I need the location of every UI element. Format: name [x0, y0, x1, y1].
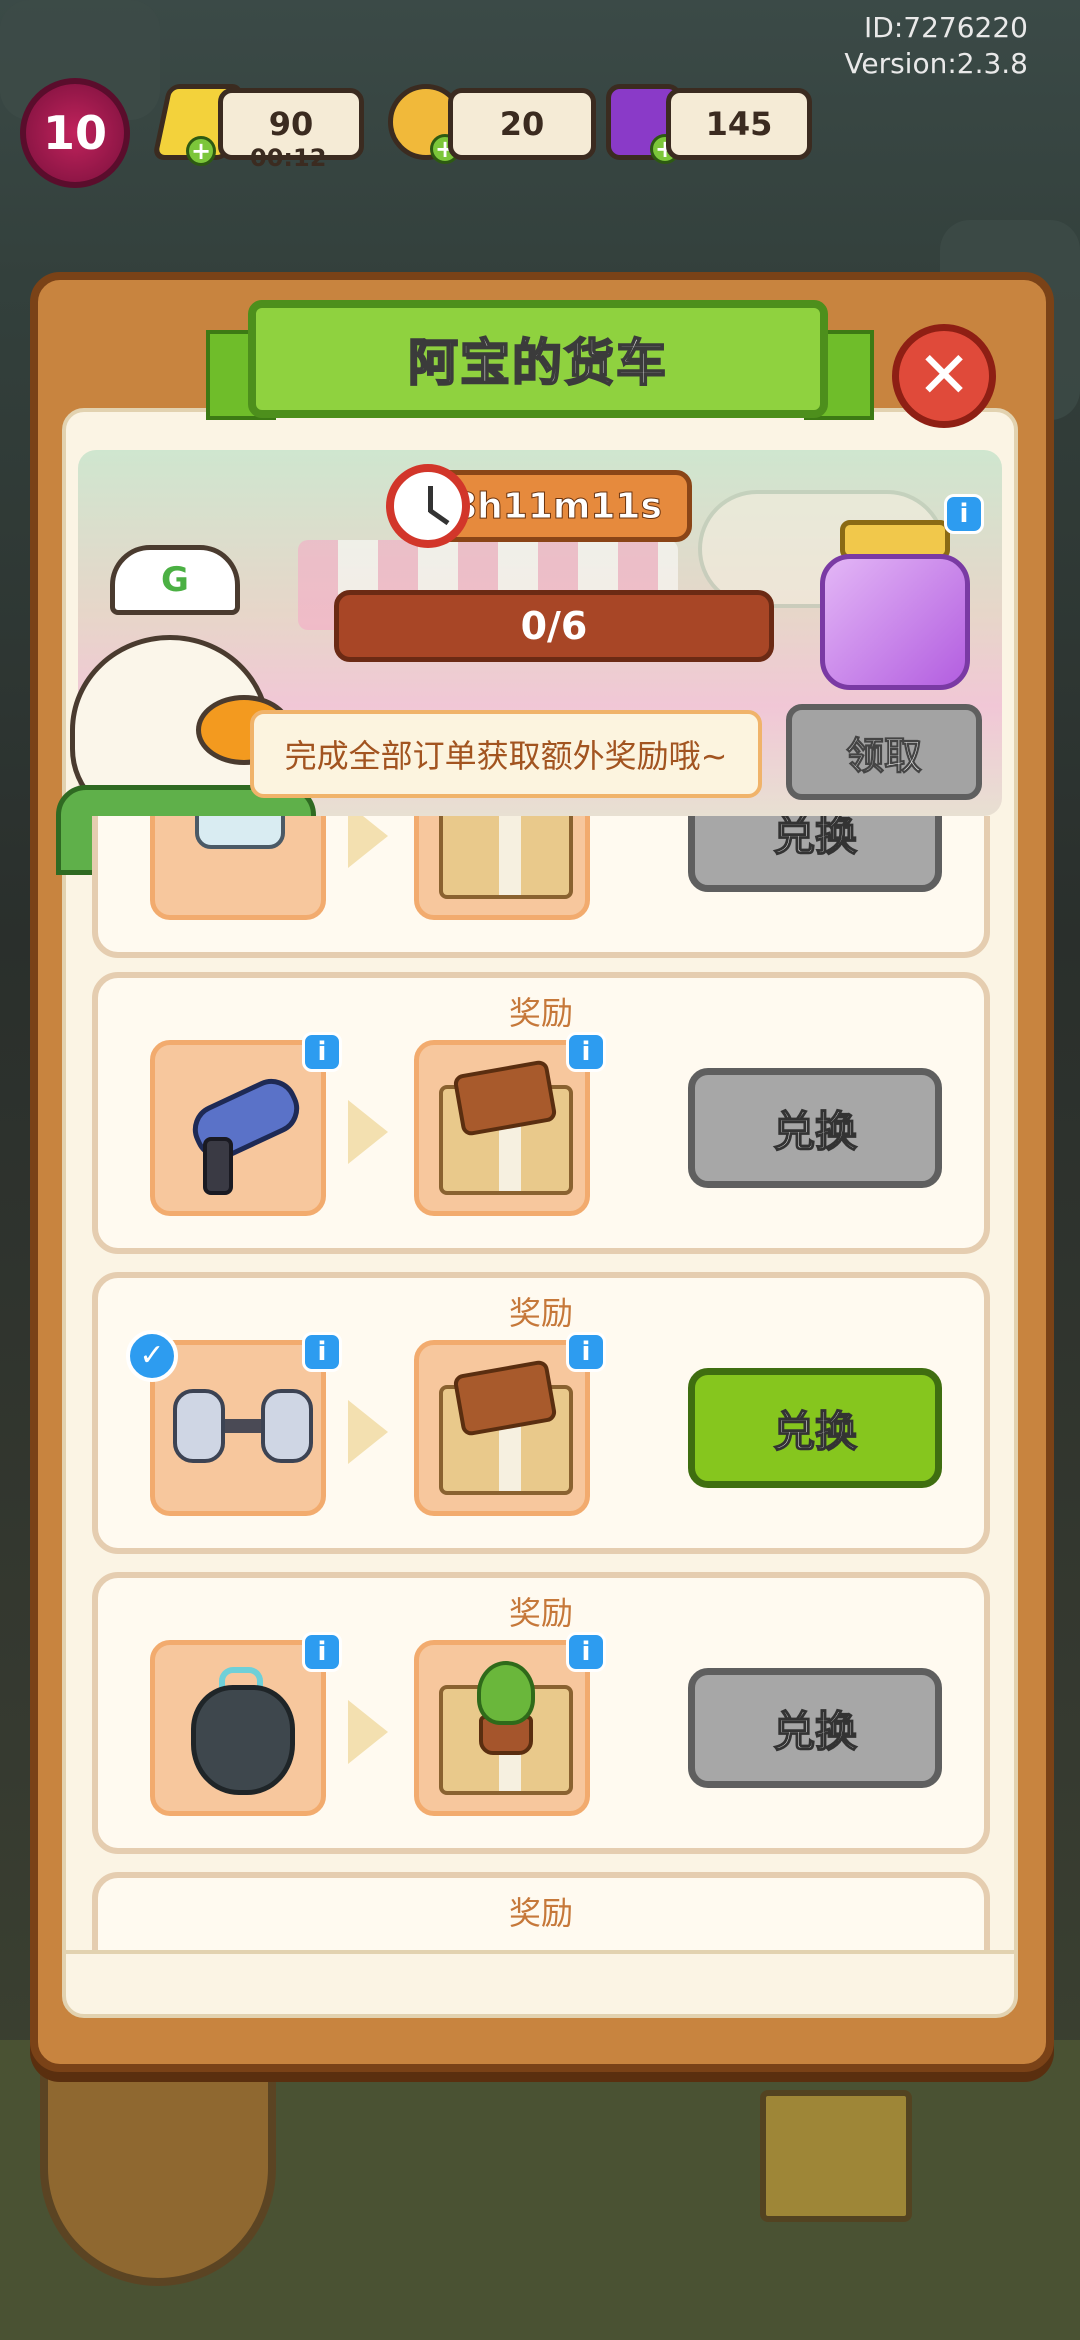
info-icon[interactable]: i — [566, 1032, 606, 1072]
info-icon[interactable]: i — [302, 1332, 342, 1372]
coin-counter: 20 — [448, 88, 596, 160]
jar-info-icon[interactable]: i — [944, 494, 984, 534]
exchange-button[interactable]: 兑换 — [688, 1068, 942, 1188]
clock-icon — [386, 464, 470, 548]
version-label: Version:2.3.8 — [844, 47, 1028, 80]
order-card: 奖励 i i 兑换 — [92, 1572, 990, 1854]
reward-item-slot[interactable] — [414, 1640, 590, 1816]
dumbbell-weight — [261, 1389, 313, 1463]
exchange-button[interactable]: 兑换 — [688, 1668, 942, 1788]
required-item-slot[interactable] — [150, 1040, 326, 1216]
reward-label: 奖励 — [508, 1294, 573, 1332]
gem-jar-icon[interactable] — [820, 520, 970, 690]
required-item-slot[interactable] — [150, 816, 326, 920]
required-item-slot[interactable] — [150, 1640, 326, 1816]
required-item-slot[interactable] — [150, 1340, 326, 1516]
exchange-label: 兑换 — [772, 1406, 858, 1457]
checkmark-icon: ✓ — [126, 1330, 178, 1382]
claim-label: 领取 — [845, 733, 922, 778]
add-energy-icon[interactable]: + — [186, 136, 216, 166]
order-card: 奖励 ✓ i i 兑换 — [92, 1272, 990, 1554]
progress-text: 0/6 — [520, 604, 588, 648]
order-card: 奖励 i i 兑换 — [92, 972, 990, 1254]
title-banner: 阿宝的货车 — [248, 300, 828, 418]
info-icon[interactable]: i — [302, 1032, 342, 1072]
order-card: 奖励 兑换 — [92, 816, 990, 958]
player-id: ID:7276220 — [864, 11, 1028, 44]
energy-timer: 00:12 — [250, 144, 327, 172]
arrow-right-icon — [348, 1400, 388, 1464]
info-icon[interactable]: i — [302, 1632, 342, 1672]
bottle-icon — [195, 816, 285, 849]
timer-text: 8h11m11s — [452, 485, 663, 527]
info-icon[interactable]: i — [566, 1332, 606, 1372]
reward-label: 奖励 — [508, 1894, 573, 1932]
hair-dryer-handle — [203, 1137, 233, 1195]
reward-label: 奖励 — [508, 994, 573, 1032]
build-info: ID:7276220 Version:2.3.8 — [844, 10, 1028, 82]
close-icon: ✕ — [917, 339, 971, 413]
hint-message: 完成全部订单获取额外奖励哦~ — [250, 710, 762, 798]
claim-button[interactable]: 领取 — [786, 704, 982, 800]
duck-hat: G — [110, 545, 240, 615]
reward-label: 奖励 — [508, 1594, 573, 1632]
background-notice-board — [760, 2090, 912, 2222]
reward-item-slot[interactable] — [414, 1040, 590, 1216]
close-button[interactable]: ✕ — [892, 324, 996, 428]
exchange-button[interactable]: 兑换 — [688, 816, 942, 892]
panel-bottom-edge — [66, 1950, 1014, 2010]
gem-counter: 145 — [666, 88, 812, 160]
level-badge[interactable]: 10 — [20, 78, 130, 188]
orders-progress-bar: 0/6 — [334, 590, 774, 662]
arrow-right-icon — [348, 816, 388, 868]
exchange-label: 兑换 — [772, 816, 858, 860]
exchange-button[interactable]: 兑换 — [688, 1368, 942, 1488]
order-card: 奖励 — [92, 1872, 990, 1950]
arrow-right-icon — [348, 1100, 388, 1164]
hint-text: 完成全部订单获取额外奖励哦~ — [284, 737, 728, 775]
reward-item-slot[interactable] — [414, 1340, 590, 1516]
orders-list[interactable]: 奖励 兑换 奖励 i i 兑换 奖励 — [78, 816, 1002, 1950]
trash-bag-icon — [191, 1685, 295, 1795]
exchange-label: 兑换 — [772, 1106, 858, 1157]
box-icon — [439, 816, 573, 899]
dumbbell-weight — [173, 1389, 225, 1463]
info-icon[interactable]: i — [566, 1632, 606, 1672]
jar-body — [820, 554, 970, 690]
arrow-right-icon — [348, 1700, 388, 1764]
exchange-label: 兑换 — [772, 1706, 858, 1757]
plant-icon — [477, 1661, 535, 1725]
dialog-title: 阿宝的货车 — [407, 333, 668, 393]
reward-item-slot[interactable] — [414, 816, 590, 920]
